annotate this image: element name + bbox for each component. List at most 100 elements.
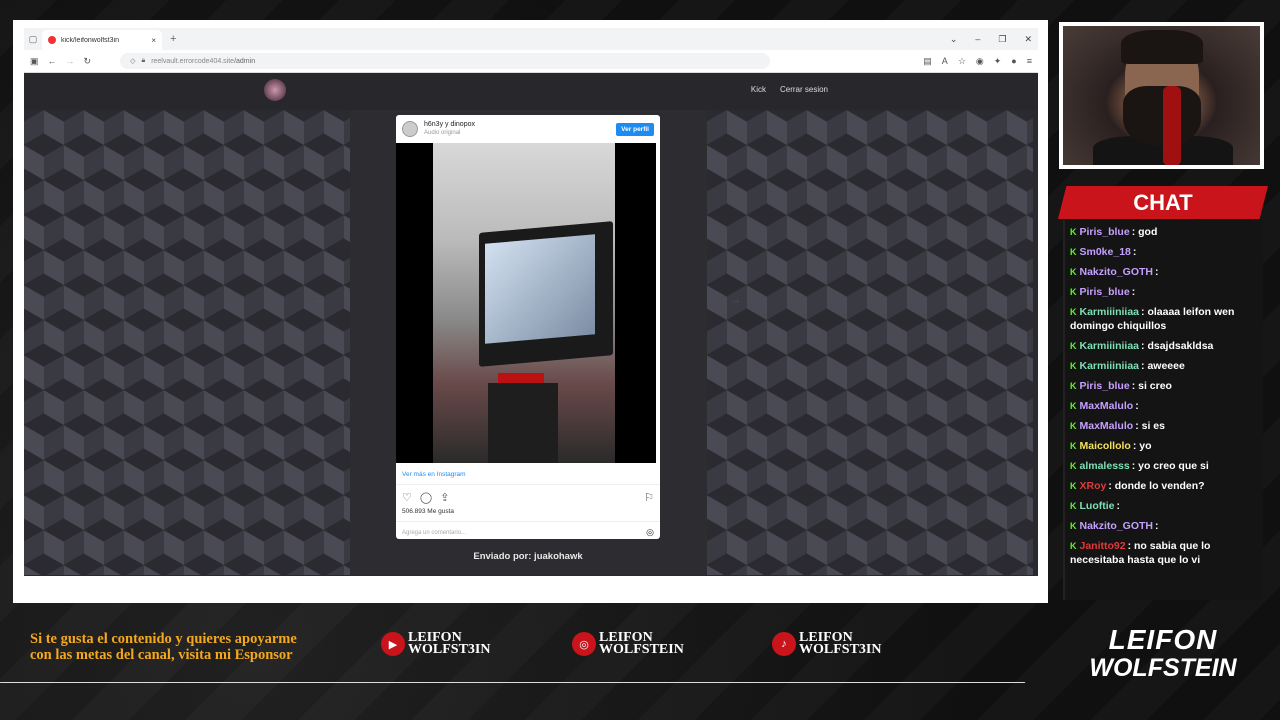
likes-count: 506.893 Me gusta (396, 506, 660, 522)
chat-username[interactable]: MaxMalulo (1080, 420, 1134, 432)
social-instagram[interactable]: ◎ LEIFON WOLFSTEIN (572, 630, 684, 657)
instagram-username[interactable]: h6n3y y dinopox (424, 121, 475, 129)
kick-badge-icon: K (1070, 227, 1077, 237)
kick-badge-icon: K (1070, 501, 1077, 511)
reload-icon[interactable]: ↻ (84, 56, 92, 67)
maximize-icon[interactable]: ❐ (998, 34, 1006, 45)
chat-message: K Piris_blue: (1068, 282, 1260, 302)
chat-username[interactable]: Luoftie (1080, 500, 1115, 512)
bookmark-icon[interactable]: ⚐ (644, 491, 654, 504)
kick-badge-icon: K (1070, 267, 1077, 277)
social-label: LEIFON WOLFST3IN (408, 630, 491, 657)
chat-username[interactable]: Piris_blue (1080, 286, 1130, 298)
kick-favicon-icon (48, 36, 56, 44)
kick-badge-icon: K (1070, 461, 1077, 471)
chat-username[interactable]: Janitto92 (1080, 540, 1126, 552)
extension-icon[interactable]: ◉ (976, 56, 984, 67)
new-tab-button[interactable]: + (170, 33, 176, 45)
chat-username[interactable]: Karmiiiniiaa (1080, 360, 1140, 372)
chat-username[interactable]: Sm0ke_18 (1080, 246, 1131, 258)
chat-message: K Piris_blue: god (1068, 222, 1260, 242)
chat-text: : si es (1135, 420, 1165, 432)
chat-username[interactable]: Piris_blue (1080, 380, 1130, 392)
chat-message: K XRoy: donde lo venden? (1068, 476, 1260, 496)
chat-text: : dsajdsakldsa (1141, 340, 1214, 352)
chat-username[interactable]: Nakzito_GOTH (1080, 266, 1154, 278)
sent-by-label: Enviado por: juakohawk (473, 551, 583, 562)
comment-input[interactable]: Agrega un comentario... ◎ (396, 522, 660, 543)
close-window-icon[interactable]: ✕ (1024, 34, 1032, 45)
site-logo[interactable] (264, 79, 286, 101)
view-profile-button[interactable]: Ver perfil (616, 122, 654, 136)
chat-username[interactable]: Karmiiiniiaa (1080, 340, 1140, 352)
chat-message: K Sm0ke_18: (1068, 242, 1260, 262)
social-label: LEIFON WOLFSTEIN (599, 630, 684, 657)
streamer-beard (1123, 86, 1201, 146)
instagram-embed: h6n3y y dinopox Audio original Ver perfi… (396, 115, 660, 539)
kick-badge-icon: K (1070, 341, 1077, 351)
social-youtube[interactable]: ▶ LEIFON WOLFST3IN (381, 630, 491, 657)
tracking-shield-icon[interactable]: ◇ (130, 57, 135, 65)
chat-message: K MaxMalulo: (1068, 396, 1260, 416)
instagram-icon: ◎ (572, 632, 596, 656)
chat-username[interactable]: almalesss (1080, 460, 1130, 472)
instagram-video[interactable] (396, 143, 656, 463)
tab-bar: ▢ kick/leifonwolfst3in × + ⌄ – ❐ ✕ (24, 28, 1038, 50)
reader-icon[interactable]: ▤ (923, 56, 932, 67)
logo-line-1: LEIFON (1108, 624, 1218, 655)
audio-label[interactable]: Audio original (424, 129, 475, 137)
menu-icon[interactable]: ≡ (1027, 56, 1032, 67)
nav-link-kick[interactable]: Kick (751, 85, 766, 94)
chat-username[interactable]: Karmiiiniiaa (1080, 306, 1140, 318)
chat-text: : donde lo venden? (1108, 480, 1205, 492)
kick-badge-icon: K (1070, 401, 1077, 411)
heart-icon[interactable]: ♡ (402, 491, 412, 504)
chat-text: : aweeee (1141, 360, 1185, 372)
prev-arrow-icon[interactable]: ← (314, 295, 324, 306)
tab-actions-icon[interactable]: ▢ (24, 34, 42, 45)
web-page: Kick Cerrar sesion ← → h6n3y y dinopox A… (24, 73, 1038, 576)
puzzle-icon[interactable]: ✦ (994, 56, 1002, 67)
browser-tab[interactable]: kick/leifonwolfst3in × (42, 30, 162, 50)
chat-text: : (1155, 266, 1159, 278)
chat-username[interactable]: Piris_blue (1080, 226, 1130, 238)
instagram-icon[interactable]: ◎ (646, 527, 654, 538)
kick-badge-icon: K (1070, 381, 1077, 391)
channel-logo: LEIFON WOLFSTEIN (1085, 624, 1241, 683)
forward-icon[interactable]: → (66, 56, 75, 66)
back-icon[interactable]: ← (48, 56, 57, 66)
bookmark-star-icon[interactable]: ☆ (958, 56, 966, 67)
cube-pattern-left (24, 110, 350, 575)
chat-username[interactable]: Maicollolo (1080, 440, 1131, 452)
collections-icon[interactable]: ▣ (30, 56, 39, 67)
profile-icon[interactable]: ● (1011, 56, 1016, 67)
minimize-icon[interactable]: – (975, 34, 980, 45)
microphone (1163, 86, 1181, 165)
sponsor-text: Si te gusta el contenido y quieres apoya… (30, 631, 297, 663)
chat-username[interactable]: Nakzito_GOTH (1080, 520, 1154, 532)
tab-search-icon[interactable]: ⌄ (950, 34, 958, 45)
share-icon[interactable]: ⇪ (440, 491, 449, 504)
browser-window: ▢ kick/leifonwolfst3in × + ⌄ – ❐ ✕ ▣ ← →… (24, 28, 1038, 576)
chat-message: K Maicollolo: yo (1068, 436, 1260, 456)
url-field[interactable]: ◇ 🔒︎ reelvault.errorcode404.site/admin (120, 53, 771, 69)
view-more-link[interactable]: Ver más en Instagram (396, 463, 660, 485)
social-label: LEIFON WOLFST3IN (799, 630, 882, 657)
dark-garment (488, 383, 558, 463)
kick-badge-icon: K (1070, 247, 1077, 257)
tab-close-icon[interactable]: × (151, 36, 156, 45)
chat-username[interactable]: XRoy (1080, 480, 1107, 492)
chat-username[interactable]: MaxMalulo (1080, 400, 1134, 412)
lock-icon[interactable]: 🔒︎ (141, 57, 145, 65)
chat-text: : (1132, 246, 1137, 258)
next-arrow-icon[interactable]: → (731, 295, 741, 306)
url-host: reelvault.errorcode404.site (151, 57, 235, 65)
avatar[interactable] (402, 121, 418, 137)
chat-message: K Karmiiiniiaa: dsajdsakldsa (1068, 336, 1260, 356)
tab-title: kick/leifonwolfst3in (61, 36, 119, 44)
nav-link-logout[interactable]: Cerrar sesion (780, 85, 828, 94)
comment-icon[interactable]: ◯ (420, 491, 432, 504)
translate-icon[interactable]: A (942, 56, 948, 67)
social-tiktok[interactable]: ♪ LEIFON WOLFST3IN (772, 630, 882, 657)
chat-message: K Nakzito_GOTH: (1068, 516, 1260, 536)
